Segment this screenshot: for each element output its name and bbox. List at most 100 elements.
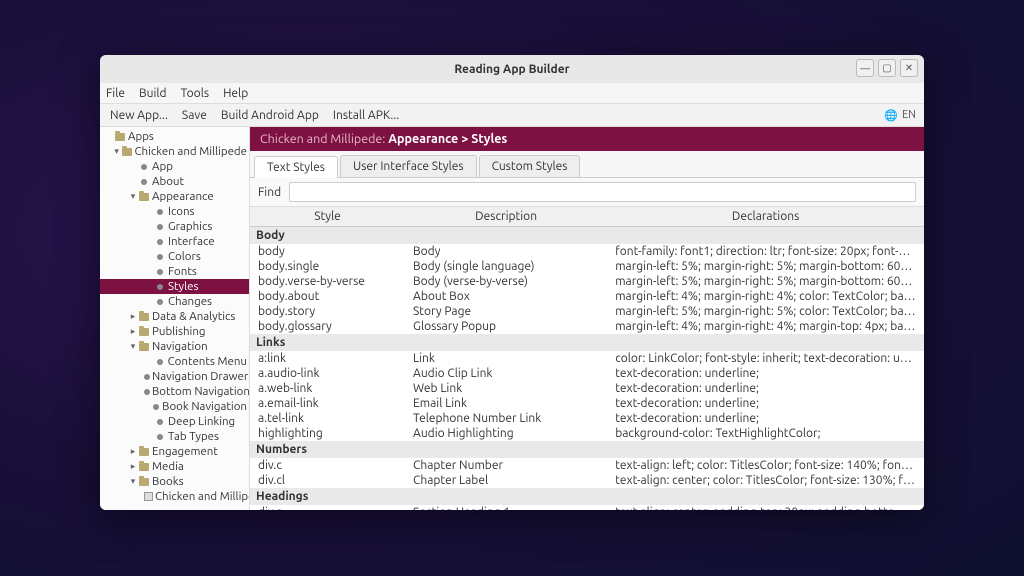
tree-item[interactable]: Colors bbox=[100, 249, 249, 264]
table-row[interactable]: bodyBodyfont-family: font1; direction: l… bbox=[250, 244, 924, 259]
bullet-icon bbox=[154, 299, 166, 305]
tree-item[interactable]: Deep Linking bbox=[100, 414, 249, 429]
cell-desc: Telephone Number Link bbox=[405, 411, 607, 426]
bullet-icon bbox=[154, 419, 166, 425]
table-row[interactable]: a.audio-linkAudio Clip Linktext-decorati… bbox=[250, 366, 924, 381]
tree-item[interactable]: Bottom Navigation bbox=[100, 384, 249, 399]
cell-style: body.glossary bbox=[250, 319, 405, 334]
expand-icon[interactable]: ▾ bbox=[128, 189, 138, 204]
cell-style: a:link bbox=[250, 351, 405, 366]
table-row[interactable]: body.verse-by-verseBody (verse-by-verse)… bbox=[250, 274, 924, 289]
save-button[interactable]: Save bbox=[176, 107, 213, 124]
cell-style: a.audio-link bbox=[250, 366, 405, 381]
tree-item[interactable]: Styles bbox=[100, 279, 249, 294]
expand-icon[interactable]: ▸ bbox=[128, 309, 138, 324]
tree-item[interactable]: Navigation Drawer bbox=[100, 369, 249, 384]
expand-icon[interactable]: ▸ bbox=[128, 444, 138, 459]
menu-tools[interactable]: Tools bbox=[181, 87, 210, 100]
cell-decl: text-decoration: underline; bbox=[607, 381, 924, 396]
table-row[interactable]: body.singleBody (single language)margin-… bbox=[250, 259, 924, 274]
tree-item[interactable]: Graphics bbox=[100, 219, 249, 234]
breadcrumb-path: Appearance > Styles bbox=[388, 132, 507, 146]
styles-table: Style Description Declarations BodybodyB… bbox=[250, 207, 924, 510]
minimize-button[interactable]: — bbox=[856, 59, 874, 77]
tree-item[interactable]: ▾ Books bbox=[100, 474, 249, 489]
new-app-button[interactable]: New App... bbox=[104, 107, 174, 124]
language-selector[interactable]: 🌐 EN bbox=[884, 109, 916, 122]
cell-style: body bbox=[250, 244, 405, 259]
tree-item[interactable]: Fonts bbox=[100, 264, 249, 279]
tree-item[interactable]: ▾Appearance bbox=[100, 189, 249, 204]
tab[interactable]: Text Styles bbox=[254, 156, 338, 178]
col-declarations[interactable]: Declarations bbox=[607, 207, 924, 227]
find-label: Find bbox=[258, 186, 281, 199]
tree-item[interactable]: App bbox=[100, 159, 249, 174]
menu-file[interactable]: File bbox=[106, 87, 125, 100]
tree-item-label: Publishing bbox=[152, 324, 206, 339]
language-label: EN bbox=[902, 109, 916, 121]
tree-item[interactable]: Icons bbox=[100, 204, 249, 219]
sidebar: Apps▾Chicken and MillipedeAppAbout▾Appea… bbox=[100, 127, 250, 510]
table-row[interactable]: div.sSection Heading 1text-align: center… bbox=[250, 505, 924, 510]
expand-icon[interactable]: ▾ bbox=[112, 144, 121, 159]
tree-item[interactable]: Book Navigation bbox=[100, 399, 249, 414]
tree-item-label: Contents Menu bbox=[168, 354, 247, 369]
menu-build[interactable]: Build bbox=[139, 87, 167, 100]
close-button[interactable]: ✕ bbox=[900, 59, 918, 77]
table-row[interactable]: body.aboutAbout Boxmargin-left: 4%; marg… bbox=[250, 289, 924, 304]
table-row[interactable]: body.storyStory Pagemargin-left: 5%; mar… bbox=[250, 304, 924, 319]
maximize-button[interactable]: ▢ bbox=[878, 59, 896, 77]
styles-table-wrap: Style Description Declarations BodybodyB… bbox=[250, 207, 924, 510]
col-style[interactable]: Style bbox=[250, 207, 405, 227]
bullet-icon bbox=[144, 389, 150, 395]
tree-item[interactable]: ▾Navigation bbox=[100, 339, 249, 354]
table-row[interactable]: a.web-linkWeb Linktext-decoration: under… bbox=[250, 381, 924, 396]
expand-icon[interactable]: ▸ bbox=[128, 459, 138, 474]
bullet-icon bbox=[151, 404, 160, 410]
tree-item[interactable]: Tab Types bbox=[100, 429, 249, 444]
tree-item[interactable]: Interface bbox=[100, 234, 249, 249]
group-label: Body bbox=[250, 227, 924, 245]
tree-item[interactable]: ▸Media bbox=[100, 459, 249, 474]
tree-item[interactable]: ▸Data & Analytics bbox=[100, 309, 249, 324]
menu-help[interactable]: Help bbox=[223, 87, 248, 100]
table-row[interactable]: highlightingAudio Highlightingbackground… bbox=[250, 426, 924, 441]
cell-decl: text-decoration: underline; bbox=[607, 366, 924, 381]
tab[interactable]: Custom Styles bbox=[479, 155, 581, 177]
cell-decl: color: LinkColor; font-style: inherit; t… bbox=[607, 351, 924, 366]
expand-icon[interactable]: ▸ bbox=[128, 324, 138, 339]
cell-style: a.email-link bbox=[250, 396, 405, 411]
find-input[interactable] bbox=[289, 182, 916, 202]
tree-item[interactable]: Changes bbox=[100, 294, 249, 309]
cell-desc: Section Heading 1 bbox=[405, 505, 607, 510]
cell-decl: background-color: TextHighlightColor; bbox=[607, 426, 924, 441]
expand-icon[interactable]: ▾ bbox=[128, 474, 138, 489]
tree-item[interactable]: Chicken and Millipede bbox=[100, 489, 249, 504]
bullet-icon bbox=[144, 374, 150, 380]
tree-item[interactable]: ▸ Publishing bbox=[100, 324, 249, 339]
table-row[interactable]: div.cChapter Numbertext-align: left; col… bbox=[250, 458, 924, 473]
breadcrumb: Chicken and Millipede: Appearance > Styl… bbox=[250, 127, 924, 151]
group-label: Headings bbox=[250, 488, 924, 505]
tree-item[interactable]: About bbox=[100, 174, 249, 189]
tree-item[interactable]: ▾Chicken and Millipede bbox=[100, 144, 249, 159]
table-row[interactable]: body.glossaryGlossary Popupmargin-left: … bbox=[250, 319, 924, 334]
table-row[interactable]: a:linkLinkcolor: LinkColor; font-style: … bbox=[250, 351, 924, 366]
tree-item[interactable]: ▸Engagement bbox=[100, 444, 249, 459]
cell-decl: font-family: font1; direction: ltr; font… bbox=[607, 244, 924, 259]
tree-item[interactable]: Apps bbox=[100, 129, 249, 144]
col-description[interactable]: Description bbox=[405, 207, 607, 227]
build-android-button[interactable]: Build Android App bbox=[215, 107, 325, 124]
tree-item[interactable]: Contents Menu bbox=[100, 354, 249, 369]
find-bar: Find bbox=[250, 178, 924, 207]
tab[interactable]: User Interface Styles bbox=[340, 155, 477, 177]
bullet-icon bbox=[154, 209, 166, 215]
table-row[interactable]: a.tel-linkTelephone Number Linktext-deco… bbox=[250, 411, 924, 426]
bullet-icon bbox=[154, 434, 166, 440]
table-row[interactable]: div.clChapter Labeltext-align: center; c… bbox=[250, 473, 924, 488]
cell-desc: Body bbox=[405, 244, 607, 259]
tree-item-label: Books bbox=[152, 474, 184, 489]
install-apk-button[interactable]: Install APK... bbox=[327, 107, 405, 124]
expand-icon[interactable]: ▾ bbox=[128, 339, 138, 354]
table-row[interactable]: a.email-linkEmail Linktext-decoration: u… bbox=[250, 396, 924, 411]
